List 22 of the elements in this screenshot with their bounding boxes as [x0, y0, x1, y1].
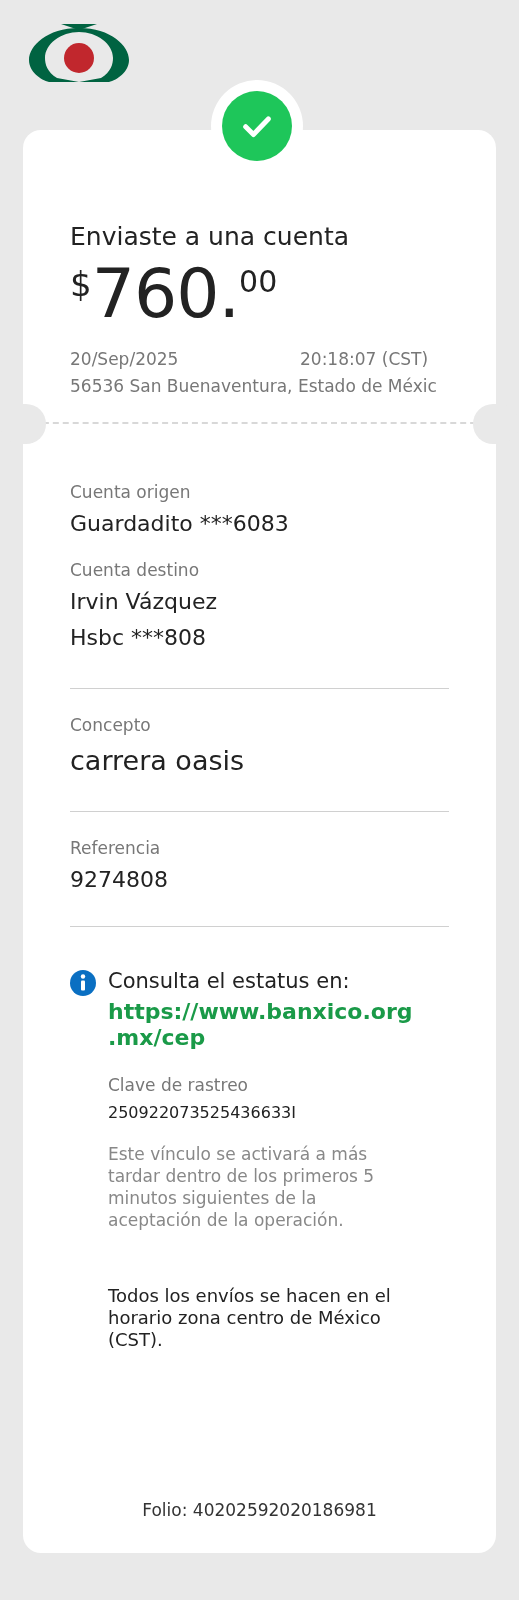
folio: Folio: 40202592020186981: [141, 1499, 378, 1522]
field-value: Guardadito ***6083: [70, 510, 290, 538]
info-icon: [70, 970, 96, 996]
field-label: Concepto: [70, 714, 152, 737]
status-heading: Consulta el estatus en:: [108, 968, 351, 995]
transfer-location: 56536 San Buenaventura, Estado de Méxic: [70, 375, 437, 398]
schedule-note: Todos los envíos se hacen en el horario zona centro de México (CST).: [108, 1285, 392, 1351]
field-value: carrera oasis: [70, 744, 246, 778]
field-label: Cuenta destino: [70, 559, 201, 582]
transfer-date: 20/Sep/2025: [70, 348, 180, 371]
field-value: Hsbc ***808: [70, 624, 208, 652]
activation-note: Este vínculo se activará a más tardar dentro de los primeros 5 minutos siguientes de la aceptación de la operación.: [108, 1143, 376, 1231]
transfer-time: 20:18:07 (CST): [300, 348, 429, 371]
field-value: 9274808: [70, 866, 169, 894]
field-label: Cuenta origen: [70, 481, 192, 504]
receipt-title: Enviaste a una cuenta: [70, 222, 351, 252]
field-value: Irvin Vázquez: [70, 588, 218, 616]
field-label: Referencia: [70, 837, 162, 860]
tracking-key: 250922073525436633I: [108, 1101, 449, 1125]
logo-icon: [27, 22, 131, 84]
status-link[interactable]: https://www.banxico.org .mx/cep: [108, 999, 418, 1051]
tracking-label: Clave de rastreo: [108, 1074, 249, 1097]
